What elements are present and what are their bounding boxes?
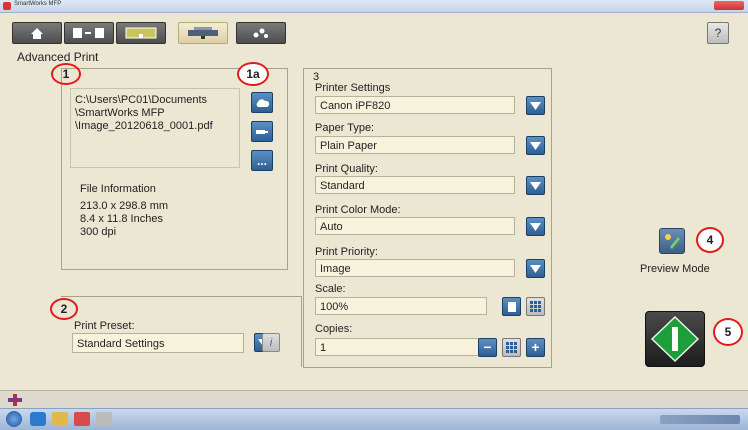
chevron-down-icon <box>530 181 541 190</box>
preset-info-button[interactable]: i <box>262 333 280 352</box>
fit-page-button[interactable] <box>502 297 521 316</box>
scale-label: Scale: <box>315 283 346 295</box>
window-titlebar: SmartWorks MFP <box>0 0 748 13</box>
file-path-line-2: \SmartWorks MFP <box>75 107 165 119</box>
taskbar <box>0 408 748 430</box>
keypad-icon <box>530 301 541 312</box>
settings-tab[interactable] <box>236 22 286 44</box>
copies-input[interactable]: 1 <box>315 338 487 356</box>
copies-increment-button[interactable]: + <box>526 338 545 357</box>
copy-tab[interactable] <box>64 22 114 44</box>
help-button[interactable]: ? <box>707 22 729 44</box>
priority-select[interactable]: Image <box>315 259 515 277</box>
page-icon <box>507 301 516 312</box>
preview-mode-button[interactable] <box>659 228 685 254</box>
callout-1: 1 <box>51 63 81 85</box>
quality-dropdown-button[interactable] <box>526 176 545 195</box>
dots-icon <box>253 28 268 38</box>
paper-label: Paper Type: <box>315 122 375 134</box>
cloud-button[interactable] <box>251 92 273 113</box>
copies-label: Copies: <box>315 323 353 335</box>
keypad-icon <box>506 342 517 353</box>
callout-5: 5 <box>713 318 743 346</box>
file-info-size-mm: 213.0 x 298.8 mm <box>80 200 169 212</box>
copies-decrement-button[interactable]: − <box>478 338 497 357</box>
logo-icon <box>8 394 22 406</box>
chevron-down-icon <box>530 141 541 150</box>
preset-label: Print Preset: <box>74 320 135 332</box>
scan-tab[interactable] <box>116 22 166 44</box>
callout-4-label: 4 <box>706 233 714 247</box>
printer-dropdown-button[interactable] <box>526 96 545 115</box>
close-button[interactable] <box>714 1 744 10</box>
smartworks-icon[interactable] <box>74 412 90 426</box>
paper-dropdown-button[interactable] <box>526 136 545 155</box>
start-menu-icon[interactable] <box>6 411 22 427</box>
file-info-label: File Information <box>80 183 156 195</box>
callout-1-label: 1 <box>62 67 70 81</box>
print-icon <box>188 27 218 39</box>
start-print-button[interactable] <box>645 311 705 367</box>
scan-icon <box>125 27 157 39</box>
file-path-line-3: \Image_20120618_0001.pdf <box>75 120 213 132</box>
color-mode-dropdown-button[interactable] <box>526 217 545 236</box>
app-icon <box>3 2 11 10</box>
scale-input[interactable]: 100% <box>315 297 487 315</box>
usb-button[interactable] <box>251 121 273 142</box>
quality-select[interactable]: Standard <box>315 176 515 194</box>
color-mode-select[interactable]: Auto <box>315 217 515 235</box>
system-tray[interactable] <box>660 415 740 424</box>
callout-1a: 1a <box>237 62 269 86</box>
priority-label: Print Priority: <box>315 246 378 258</box>
file-info-dpi: 300 dpi <box>80 226 117 238</box>
folder-icon[interactable] <box>52 412 68 426</box>
preset-select[interactable]: Standard Settings <box>72 333 244 353</box>
file-path-line-1: C:\Users\PC01\Documents <box>75 94 208 106</box>
color-mode-label: Print Color Mode: <box>315 204 401 216</box>
cloud-icon <box>256 98 269 107</box>
start-icon <box>650 315 700 363</box>
copy-icon <box>73 28 104 38</box>
print-tab[interactable] <box>178 22 228 44</box>
callout-1a-label: 1a <box>246 67 260 81</box>
preview-icon <box>665 234 680 249</box>
chevron-down-icon <box>530 101 541 110</box>
home-tab[interactable] <box>12 22 62 44</box>
home-icon <box>31 28 43 39</box>
browser-icon[interactable] <box>30 412 46 426</box>
app-icon-taskbar[interactable] <box>96 412 112 426</box>
callout-4: 4 <box>696 227 724 253</box>
chevron-down-icon <box>530 222 541 231</box>
callout-2: 2 <box>50 298 78 320</box>
browse-label: ... <box>256 153 267 168</box>
callout-5-label: 5 <box>724 325 732 339</box>
status-bar <box>0 390 748 409</box>
copies-keypad-button[interactable] <box>502 338 521 357</box>
paper-select[interactable]: Plain Paper <box>315 136 515 154</box>
usb-icon <box>256 129 268 134</box>
printer-label: Printer Settings <box>315 82 391 94</box>
scale-keypad-button[interactable] <box>526 297 545 316</box>
page-title: Advanced Print <box>17 50 99 64</box>
priority-dropdown-button[interactable] <box>526 259 545 278</box>
preview-mode-label: Preview Mode <box>640 263 710 275</box>
browse-button[interactable]: ... <box>251 150 273 171</box>
file-info-size-in: 8.4 x 11.8 Inches <box>80 213 163 225</box>
callout-2-label: 2 <box>60 302 68 316</box>
chevron-down-icon <box>530 264 541 273</box>
window-title: SmartWorks MFP <box>14 1 62 7</box>
printer-select[interactable]: Canon iPF820 <box>315 96 515 114</box>
quality-label: Print Quality: <box>315 163 378 175</box>
